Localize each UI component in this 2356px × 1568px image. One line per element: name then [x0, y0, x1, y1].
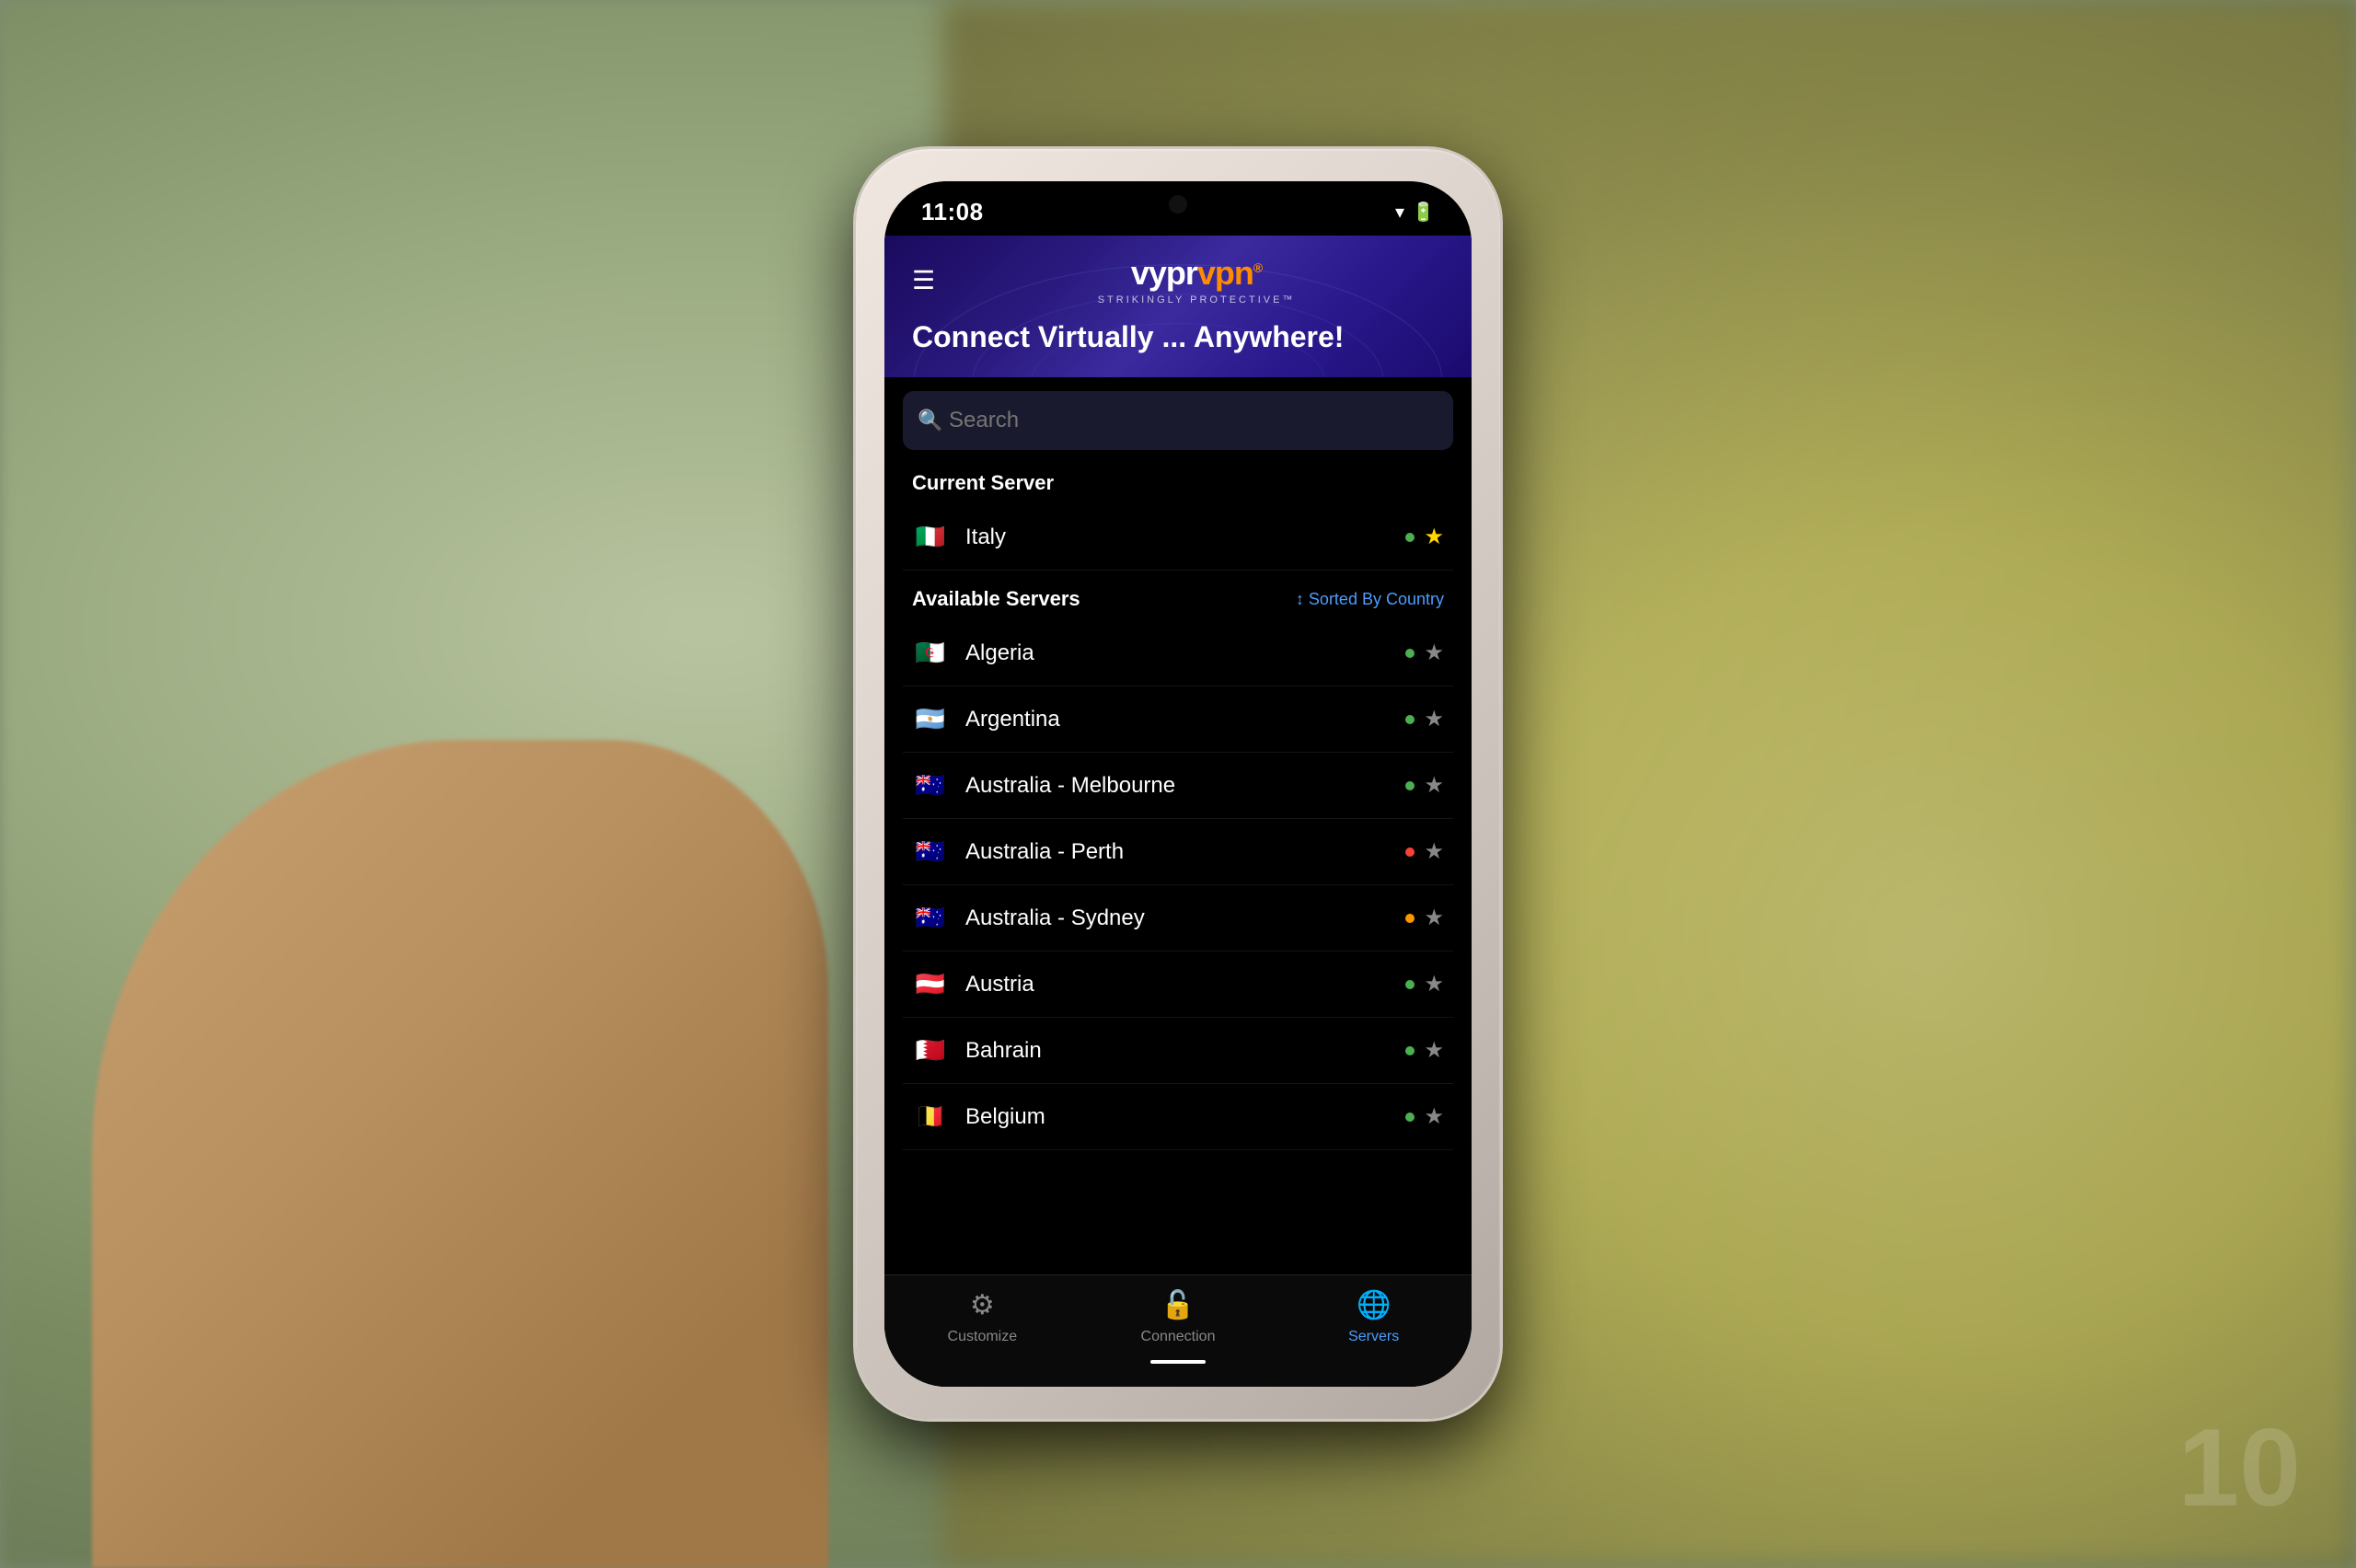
server-name-australia-melbourne: Australia - Melbourne [965, 773, 1405, 799]
status-dot-austria [1405, 980, 1415, 989]
flag-algeria: 🇩🇿 [912, 639, 949, 667]
server-status-argentina: ★ [1405, 706, 1444, 732]
search-input[interactable] [903, 391, 1453, 450]
flag-bahrain: 🇧🇭 [912, 1036, 949, 1065]
server-status-australia-perth: ★ [1405, 838, 1444, 865]
available-servers-section-header: Available Servers ↕ Sorted By Country [903, 571, 1453, 620]
status-dot-australia-perth [1405, 847, 1415, 857]
server-name-argentina: Argentina [965, 707, 1405, 732]
server-item-argentina[interactable]: 🇦🇷 Argentina ★ [903, 686, 1453, 753]
app-content: ☰ vyprvpn® STRIKINGLY PROTECTIVE™ Connec… [884, 236, 1472, 1387]
available-servers-title: Available Servers [912, 587, 1080, 611]
nav-item-customize[interactable]: ⚙ Customize [884, 1289, 1080, 1364]
status-bar: 11:08 ▾ 🔋 [884, 181, 1472, 236]
star-argentina[interactable]: ★ [1424, 706, 1444, 732]
battery-icon: 🔋 [1412, 201, 1435, 224]
header-top: ☰ vyprvpn® STRIKINGLY PROTECTIVE™ [912, 254, 1444, 306]
server-status-australia-melbourne: ★ [1405, 772, 1444, 799]
status-time: 11:08 [921, 198, 984, 226]
logo-vypr: vypr [1131, 254, 1197, 292]
logo-vpn: vpn [1197, 254, 1253, 292]
bottom-nav: ⚙ Customize 🔓 Connection 🌐 Servers [884, 1274, 1472, 1387]
star-australia-sydney[interactable]: ★ [1424, 905, 1444, 931]
server-item-belgium[interactable]: 🇧🇪 Belgium ★ [903, 1084, 1453, 1150]
server-status-italy: ★ [1405, 524, 1444, 550]
flag-australia-sydney: 🇦🇺 [912, 904, 949, 932]
watermark: 10 [2178, 1404, 2301, 1531]
hand-area [92, 740, 828, 1568]
sort-icon: ↕ [1296, 590, 1304, 609]
server-list: Current Server 🇮🇹 Italy ★ Available Serv… [884, 455, 1472, 1274]
app-header: ☰ vyprvpn® STRIKINGLY PROTECTIVE™ Connec… [884, 236, 1472, 377]
status-dot-algeria [1405, 649, 1415, 658]
servers-icon: 🌐 [1357, 1289, 1391, 1321]
connection-icon: 🔓 [1161, 1289, 1195, 1321]
status-dot-australia-sydney [1405, 914, 1415, 923]
search-container: 🔍 [884, 377, 1472, 455]
server-name-italy: Italy [965, 525, 1405, 550]
server-name-bahrain: Bahrain [965, 1038, 1405, 1064]
current-server-title: Current Server [912, 471, 1054, 495]
server-status-australia-sydney: ★ [1405, 905, 1444, 931]
star-australia-melbourne[interactable]: ★ [1424, 772, 1444, 799]
nav-label-servers: Servers [1348, 1329, 1399, 1345]
wifi-icon: ▾ [1395, 201, 1404, 224]
nav-indicator [1150, 1360, 1206, 1364]
star-australia-perth[interactable]: ★ [1424, 838, 1444, 865]
status-dot-australia-melbourne [1405, 781, 1415, 790]
server-item-italy[interactable]: 🇮🇹 Italy ★ [903, 504, 1453, 571]
sort-label[interactable]: ↕ Sorted By Country [1296, 590, 1444, 609]
search-bar: 🔍 [903, 391, 1453, 450]
search-icon: 🔍 [918, 409, 942, 432]
server-status-austria: ★ [1405, 971, 1444, 997]
nav-item-servers[interactable]: 🌐 Servers [1276, 1289, 1472, 1364]
sort-text: Sorted By Country [1309, 590, 1444, 609]
logo-registered: ® [1253, 260, 1262, 275]
status-dot-belgium [1405, 1113, 1415, 1122]
logo-area: vyprvpn® STRIKINGLY PROTECTIVE™ [949, 254, 1444, 306]
logo-text: vyprvpn® [1131, 254, 1262, 293]
flag-argentina: 🇦🇷 [912, 705, 949, 733]
server-item-bahrain[interactable]: 🇧🇭 Bahrain ★ [903, 1018, 1453, 1084]
menu-button[interactable]: ☰ [912, 265, 935, 295]
phone-screen: 11:08 ▾ 🔋 ☰ vyprvpn® STRIKINGLY PROTECTI… [884, 181, 1472, 1387]
star-italy[interactable]: ★ [1424, 524, 1444, 550]
server-item-australia-sydney[interactable]: 🇦🇺 Australia - Sydney ★ [903, 885, 1453, 951]
star-belgium[interactable]: ★ [1424, 1103, 1444, 1130]
camera-notch [1169, 195, 1187, 213]
status-dot-argentina [1405, 715, 1415, 724]
phone-device: 11:08 ▾ 🔋 ☰ vyprvpn® STRIKINGLY PROTECTI… [856, 149, 1500, 1419]
nav-label-connection: Connection [1141, 1329, 1216, 1345]
status-dot-bahrain [1405, 1046, 1415, 1055]
server-status-algeria: ★ [1405, 640, 1444, 666]
server-name-austria: Austria [965, 972, 1405, 997]
server-name-australia-perth: Australia - Perth [965, 839, 1405, 865]
star-bahrain[interactable]: ★ [1424, 1037, 1444, 1064]
status-dot-green [1405, 533, 1415, 542]
customize-icon: ⚙ [970, 1289, 995, 1321]
nav-label-customize: Customize [948, 1329, 1018, 1345]
server-name-australia-sydney: Australia - Sydney [965, 905, 1405, 931]
status-icons: ▾ 🔋 [1395, 201, 1435, 224]
header-title: Connect Virtually ... Anywhere! [912, 319, 1444, 354]
nav-item-connection[interactable]: 🔓 Connection [1080, 1289, 1276, 1364]
server-name-belgium: Belgium [965, 1104, 1405, 1130]
server-name-algeria: Algeria [965, 640, 1405, 666]
server-item-algeria[interactable]: 🇩🇿 Algeria ★ [903, 620, 1453, 686]
flag-australia-melbourne: 🇦🇺 [912, 771, 949, 800]
star-algeria[interactable]: ★ [1424, 640, 1444, 666]
current-server-section-header: Current Server [903, 455, 1453, 504]
server-item-australia-melbourne[interactable]: 🇦🇺 Australia - Melbourne ★ [903, 753, 1453, 819]
flag-australia-perth: 🇦🇺 [912, 837, 949, 866]
logo-tagline: STRIKINGLY PROTECTIVE™ [1098, 294, 1296, 306]
flag-austria: 🇦🇹 [912, 970, 949, 998]
flag-italy: 🇮🇹 [912, 523, 949, 551]
server-item-austria[interactable]: 🇦🇹 Austria ★ [903, 951, 1453, 1018]
server-status-bahrain: ★ [1405, 1037, 1444, 1064]
flag-belgium: 🇧🇪 [912, 1102, 949, 1131]
server-item-australia-perth[interactable]: 🇦🇺 Australia - Perth ★ [903, 819, 1453, 885]
server-status-belgium: ★ [1405, 1103, 1444, 1130]
star-austria[interactable]: ★ [1424, 971, 1444, 997]
